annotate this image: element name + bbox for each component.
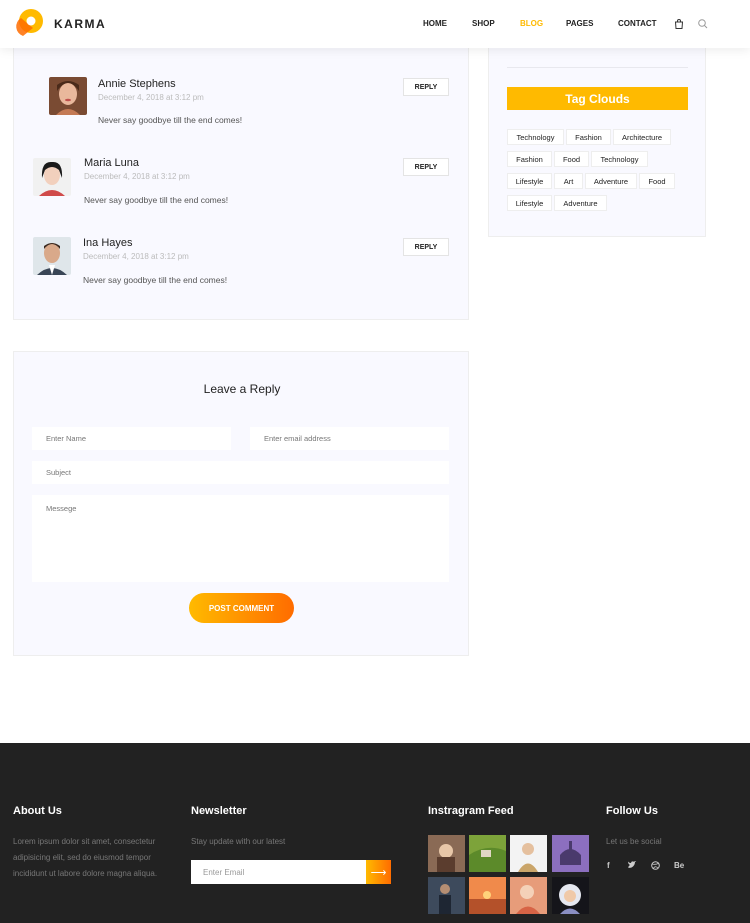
instagram-title: Instragram Feed [428,805,514,817]
tag[interactable]: Lifestyle [507,195,552,211]
nav-blog[interactable]: BLOG [520,19,543,28]
reply-form-title: Leave a Reply [203,382,281,396]
follow-title: Follow Us [606,805,658,817]
subject-field[interactable]: Subject [32,461,449,484]
nav-contact[interactable]: CONTACT [618,19,657,28]
message-field[interactable]: Messege [32,495,449,582]
newsletter-text: Stay update with our latest [191,837,286,846]
about-title: About Us [13,805,62,817]
newsletter-submit-button[interactable]: ⟶ [366,860,391,884]
avatar [33,237,71,275]
site-footer: About Us Lorem ipsum dolor sit amet, con… [0,743,750,923]
sidebar-widget: Tag Clouds Technology Fashion Architectu… [488,48,706,237]
instagram-photo[interactable] [469,877,506,914]
instagram-photo[interactable] [428,835,465,872]
tag[interactable]: Lifestyle [507,173,552,189]
divider [507,67,688,68]
tag[interactable]: Architecture [613,129,671,145]
brand-name: KARMA [54,17,107,31]
instagram-photo[interactable] [552,835,589,872]
tag[interactable]: Art [554,173,583,189]
nav-pages[interactable]: PAGES [566,19,593,28]
reply-button[interactable]: REPLY [403,158,449,176]
comment-text: Never say goodbye till the end comes! [98,115,243,125]
instagram-photo[interactable] [552,877,589,914]
nav-home[interactable]: HOME [423,19,447,28]
instagram-photo[interactable] [428,877,465,914]
tag-cloud-title: Tag Clouds [507,87,688,110]
dribbble-icon[interactable] [651,861,660,872]
post-comment-button[interactable]: POST COMMENT [189,593,294,623]
tag[interactable]: Adventure [554,195,607,211]
tag[interactable]: Technology [507,129,564,145]
follow-text: Let us be social [606,837,662,846]
tag[interactable]: Adventure [585,173,637,189]
instagram-photo[interactable] [469,835,506,872]
tag[interactable]: Fashion [566,129,611,145]
comment-date: December 4, 2018 at 3:12 pm [83,252,189,261]
instagram-photo[interactable] [510,877,547,914]
nav-shop[interactable]: SHOP [472,19,495,28]
logo[interactable]: KARMA [13,8,106,40]
arrow-right-icon: ⟶ [370,866,387,879]
avatar [49,77,87,115]
twitter-icon[interactable] [628,860,637,871]
tag[interactable]: Food [554,151,589,167]
comment-text: Never say goodbye till the end comes! [83,275,228,285]
search-icon[interactable] [697,17,709,29]
name-field[interactable]: Enter Name [32,427,231,450]
comment-date: December 4, 2018 at 3:12 pm [98,93,204,102]
cart-icon[interactable] [673,17,685,29]
comment-author[interactable]: Ina Hayes [83,237,133,249]
facebook-icon[interactable]: f [607,861,610,870]
tag[interactable]: Fashion [507,151,552,167]
avatar [33,158,71,196]
logo-icon [13,8,45,40]
comment-author[interactable]: Annie Stephens [98,78,176,90]
comment-author[interactable]: Maria Luna [84,157,139,169]
reply-button[interactable]: REPLY [403,78,449,96]
comment-date: December 4, 2018 at 3:12 pm [84,172,190,181]
newsletter-email-input[interactable]: Enter Email [191,860,366,884]
newsletter-title: Newsletter [191,805,247,817]
behance-icon[interactable]: Be [674,861,684,870]
comment-text: Never say goodbye till the end comes! [84,195,229,205]
site-header: KARMA HOME SHOP BLOG PAGES CONTACT [0,0,750,48]
email-field[interactable]: Enter email address [250,427,449,450]
comments-list: Annie Stephens December 4, 2018 at 3:12 … [13,48,469,320]
tag[interactable]: Food [639,173,675,189]
instagram-photo[interactable] [510,835,547,872]
about-text: Lorem ipsum dolor sit amet, consectetur … [13,837,158,878]
reply-form: Leave a Reply Enter Name Enter email add… [13,351,469,656]
tag[interactable]: Technology [591,151,648,167]
reply-button[interactable]: REPLY [403,238,449,256]
